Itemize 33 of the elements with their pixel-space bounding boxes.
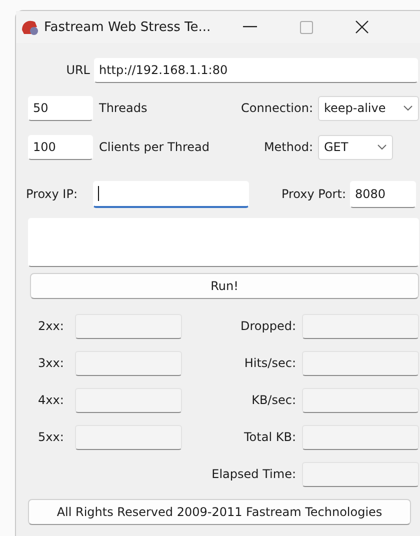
url-label: URL <box>65 63 91 77</box>
proxy-port-label: Proxy Port: <box>280 187 347 201</box>
maximize-icon <box>300 20 312 34</box>
proxy-port-field[interactable]: 8080 <box>350 180 416 208</box>
status-code-label: 5xx: <box>37 430 65 444</box>
run-button[interactable]: Run! <box>30 273 419 299</box>
copyright-button[interactable]: All Rights Reserved 2009-2011 Fastream Technologies <box>28 499 411 525</box>
method-select[interactable]: GET <box>318 134 393 160</box>
stat-label: Hits/sec: <box>243 356 297 370</box>
connection-select[interactable]: keep-alive <box>318 96 419 120</box>
stat-label: Total KB: <box>243 430 297 444</box>
stat-label: Dropped: <box>239 319 297 333</box>
log-area[interactable] <box>28 218 419 267</box>
caret-icon <box>376 143 388 151</box>
proxy-ip-field[interactable] <box>93 180 249 208</box>
proxy-ip-label: Proxy IP: <box>26 187 79 201</box>
window-title: Fastream Web Stress Te... <box>44 20 212 34</box>
status-code-label: 4xx: <box>37 393 65 407</box>
status-code-label: 2xx: <box>37 319 65 333</box>
threads-label: Threads <box>98 101 148 115</box>
helmet-icon <box>20 18 40 36</box>
connection-label: Connection: <box>240 101 314 115</box>
status-code-label: 3xx: <box>37 356 65 370</box>
close-icon <box>355 20 369 34</box>
clients-field[interactable]: 100 <box>28 134 93 160</box>
url-field[interactable]: http://192.168.1.1:80 <box>94 58 418 82</box>
stat-label: KB/sec: <box>250 393 297 407</box>
method-label: Method: <box>262 140 314 154</box>
caret-icon <box>402 104 414 112</box>
clients-label: Clients per Thread <box>98 140 211 154</box>
threads-field[interactable]: 50 <box>28 96 93 120</box>
stat-label: Elapsed Time: <box>210 467 297 481</box>
minimize-icon <box>243 26 257 28</box>
